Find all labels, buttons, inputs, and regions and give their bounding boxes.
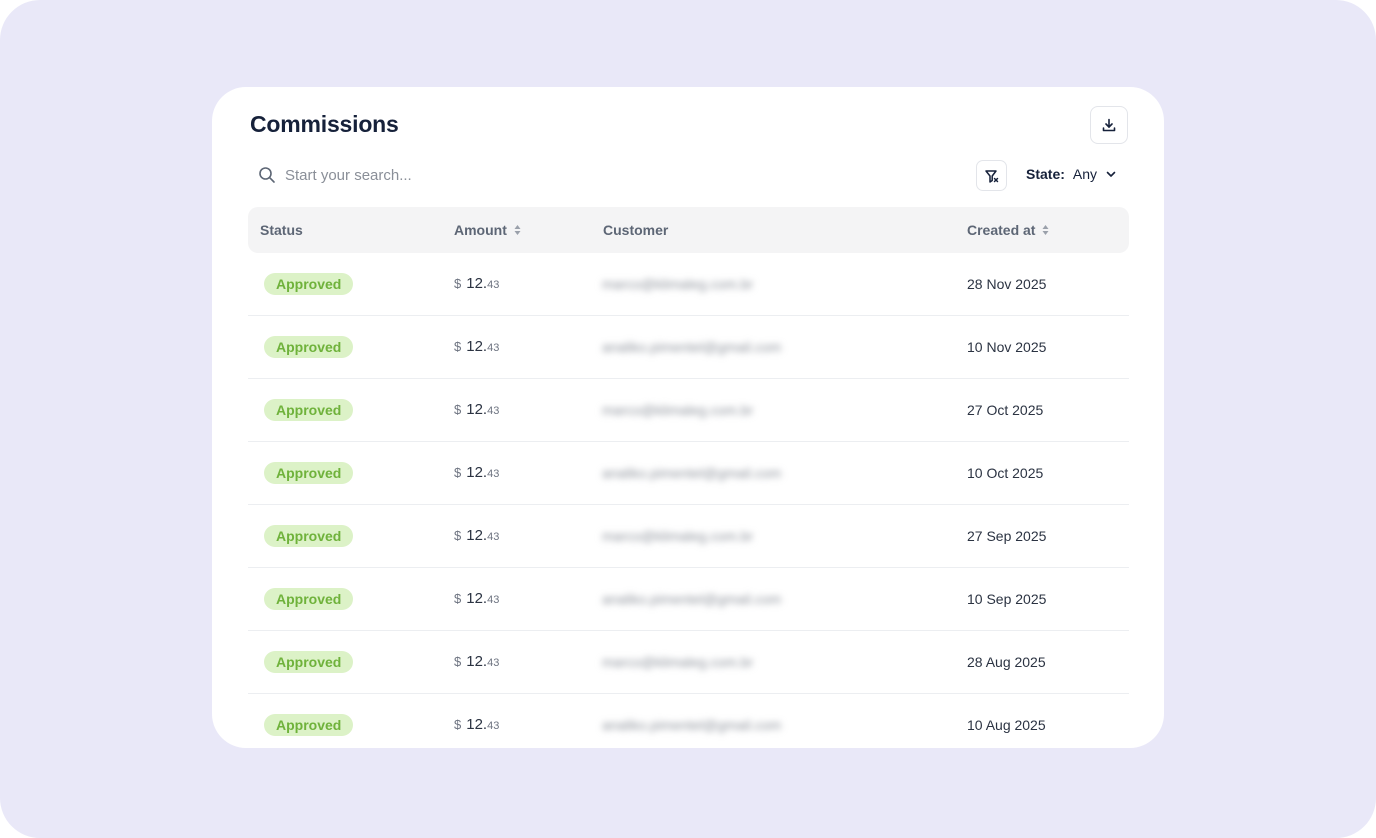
currency-symbol: $ [454,717,462,732]
commissions-table-body: Approved $ 12. 43 marco@klimaleg.com.br … [248,253,1129,748]
status-badge: Approved [264,588,354,610]
amount-integer: 12. [466,464,488,481]
amount-integer: 12. [466,590,488,607]
amount-integer: 12. [466,338,488,355]
download-icon [1101,117,1117,133]
created-at-date: 28 Aug 2025 [967,654,1046,670]
created-at-date: 10 Aug 2025 [967,717,1046,733]
amount-cell: $ 12. 43 [454,716,499,733]
status-badge: Approved [264,399,354,421]
amount-integer: 12. [466,401,488,418]
table-row[interactable]: Approved $ 12. 43 analiko.pimentel@gmail… [248,568,1129,631]
amount-integer: 12. [466,275,488,292]
amount-decimal: 43 [487,657,500,669]
created-at-date: 28 Nov 2025 [967,276,1047,292]
amount-decimal: 43 [487,405,500,417]
export-button[interactable] [1090,106,1128,144]
search-icon [258,166,276,184]
created-at-date: 27 Sep 2025 [967,528,1047,544]
amount-cell: $ 12. 43 [454,653,499,670]
amount-decimal: 43 [487,720,500,732]
amount-integer: 12. [466,716,488,733]
amount-cell: $ 12. 43 [454,275,499,292]
customer-email: analiko.pimentel@gmail.com [602,591,782,607]
column-header-created-at-label: Created at [967,222,1036,238]
table-row[interactable]: Approved $ 12. 43 marco@klimaleg.com.br … [248,631,1129,694]
amount-cell: $ 12. 43 [454,401,499,418]
table-row[interactable]: Approved $ 12. 43 marco@klimaleg.com.br … [248,253,1129,316]
customer-email: marco@klimaleg.com.br [602,276,754,292]
amount-decimal: 43 [487,594,500,606]
status-badge: Approved [264,651,354,673]
created-at-date: 10 Oct 2025 [967,465,1044,481]
created-at-date: 10 Nov 2025 [967,339,1047,355]
created-at-date: 27 Oct 2025 [967,402,1044,418]
page-backdrop: Commissions Start your search... State: … [0,0,1376,838]
currency-symbol: $ [454,591,462,606]
amount-integer: 12. [466,527,488,544]
state-filter-dropdown[interactable]: State: Any [1026,166,1117,182]
customer-email: marco@klimaleg.com.br [602,528,754,544]
column-header-status-label: Status [260,222,303,238]
sort-icon[interactable] [514,224,521,236]
currency-symbol: $ [454,339,462,354]
customer-email: marco@klimaleg.com.br [602,402,754,418]
column-header-created-at[interactable]: Created at [967,222,1049,238]
amount-cell: $ 12. 43 [454,338,499,355]
currency-symbol: $ [454,654,462,669]
table-row[interactable]: Approved $ 12. 43 analiko.pimentel@gmail… [248,442,1129,505]
column-header-customer: Customer [603,222,668,238]
customer-email: analiko.pimentel@gmail.com [602,717,782,733]
amount-decimal: 43 [487,279,500,291]
state-filter-label: State: [1026,166,1065,182]
column-header-amount-label: Amount [454,222,507,238]
search-bar [258,163,658,187]
column-header-amount[interactable]: Amount [454,222,521,238]
currency-symbol: $ [454,465,462,480]
table-row[interactable]: Approved $ 12. 43 analiko.pimentel@gmail… [248,694,1129,748]
amount-decimal: 43 [487,342,500,354]
currency-symbol: $ [454,402,462,417]
status-badge: Approved [264,714,354,736]
customer-email: analiko.pimentel@gmail.com [602,465,782,481]
status-badge: Approved [264,273,354,295]
state-filter-value: Any [1072,166,1098,182]
sort-icon[interactable] [1042,224,1049,236]
column-header-status: Status [260,222,303,238]
amount-cell: $ 12. 43 [454,527,499,544]
status-badge: Approved [264,525,354,547]
clear-filters-button[interactable] [976,160,1007,191]
currency-symbol: $ [454,528,462,543]
created-at-date: 10 Sep 2025 [967,591,1047,607]
status-badge: Approved [264,462,354,484]
amount-integer: 12. [466,653,488,670]
table-row[interactable]: Approved $ 12. 43 marco@klimaleg.com.br … [248,379,1129,442]
amount-cell: $ 12. 43 [454,464,499,481]
commissions-card: Commissions Start your search... State: … [212,87,1164,748]
table-row[interactable]: Approved $ 12. 43 marco@klimaleg.com.br … [248,505,1129,568]
amount-cell: $ 12. 43 [454,590,499,607]
table-row[interactable]: Approved $ 12. 43 analiko.pimentel@gmail… [248,316,1129,379]
chevron-down-icon [1105,168,1117,180]
filter-clear-icon [984,168,1000,184]
customer-email: marco@klimaleg.com.br [602,654,754,670]
status-badge: Approved [264,336,354,358]
amount-decimal: 43 [487,468,500,480]
column-header-customer-label: Customer [603,222,669,238]
amount-decimal: 43 [487,531,500,543]
search-input[interactable] [285,166,585,184]
table-header: Status Amount Customer Created at [248,207,1129,253]
currency-symbol: $ [454,276,462,291]
page-title: Commissions [250,111,399,137]
customer-email: analiko.pimentel@gmail.com [602,339,782,355]
